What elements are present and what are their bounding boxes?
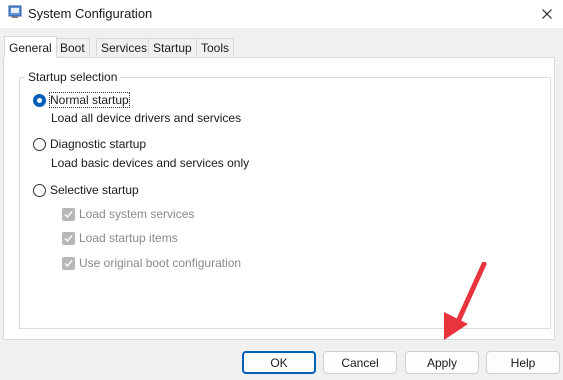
checkmark-icon — [62, 256, 75, 270]
use-original-boot-config-checkbox[interactable]: Use original boot configuration — [62, 256, 241, 270]
checkmark-icon — [62, 231, 75, 245]
radio-unchecked-icon — [33, 137, 46, 151]
checkmark-icon — [62, 207, 75, 221]
normal-startup-radio[interactable]: Normal startup — [33, 92, 130, 108]
msconfig-icon — [8, 5, 22, 18]
load-system-services-label: Load system services — [79, 207, 195, 221]
close-icon — [542, 9, 552, 19]
diagnostic-startup-description: Load basic devices and services only — [51, 156, 250, 170]
ok-button[interactable]: OK — [242, 351, 316, 374]
radio-unchecked-icon — [33, 183, 46, 197]
selective-startup-label: Selective startup — [50, 183, 139, 197]
window-title: System Configuration — [28, 6, 153, 21]
startup-selection-legend: Startup selection — [25, 70, 121, 84]
annotation-arrow-icon — [444, 262, 487, 340]
load-system-services-checkbox[interactable]: Load system services — [62, 207, 194, 221]
close-button[interactable] — [531, 0, 563, 28]
apply-button[interactable]: Apply — [405, 351, 479, 374]
tab-boot[interactable]: Boot — [55, 38, 90, 56]
use-original-boot-config-label: Use original boot configuration — [79, 256, 242, 270]
cancel-button[interactable]: Cancel — [323, 351, 397, 374]
title-bar: System Configuration — [0, 0, 563, 28]
load-startup-items-label: Load startup items — [79, 231, 178, 245]
load-startup-items-checkbox[interactable]: Load startup items — [62, 231, 178, 245]
tab-general[interactable]: General — [4, 36, 57, 58]
help-button[interactable]: Help — [486, 351, 560, 374]
diagnostic-startup-label: Diagnostic startup — [50, 137, 147, 151]
diagnostic-startup-radio[interactable]: Diagnostic startup — [33, 137, 146, 151]
tab-startup[interactable]: Startup — [148, 38, 197, 56]
radio-checked-icon — [33, 93, 46, 107]
normal-startup-description: Load all device drivers and services — [51, 111, 242, 125]
tab-services[interactable]: Services — [96, 38, 153, 56]
normal-startup-label: Normal startup — [49, 92, 130, 108]
tab-strip: General Boot Services Startup Tools — [0, 28, 563, 58]
tab-tools[interactable]: Tools — [196, 38, 235, 56]
selective-startup-radio[interactable]: Selective startup — [33, 183, 139, 197]
